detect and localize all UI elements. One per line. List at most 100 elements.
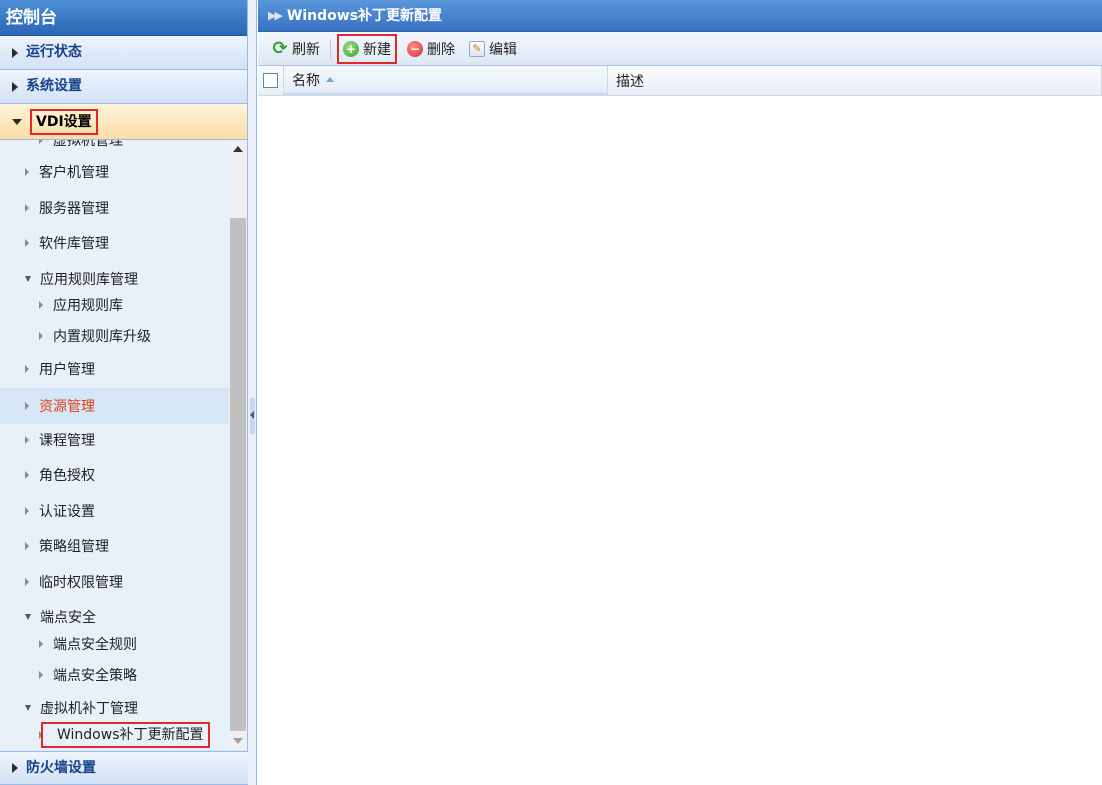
toolbar-separator: [330, 38, 331, 59]
tree-item-role-auth[interactable]: 角色授权: [0, 458, 230, 492]
tree-item-label: 内置规则库升级: [53, 329, 151, 345]
column-header-name[interactable]: 名称: [284, 66, 608, 95]
delete-button[interactable]: − 删除: [403, 37, 459, 61]
tree-item-label: 策略组管理: [39, 539, 109, 555]
chevron-right-icon: [25, 578, 29, 586]
tree-item-label: 认证设置: [39, 504, 95, 520]
tree-item-label: 角色授权: [39, 468, 95, 484]
chevron-right-icon: [39, 301, 43, 309]
chevron-down-icon: [25, 276, 31, 282]
tree-item-label: 虚拟机管理: [53, 140, 123, 149]
caret-down-icon: [12, 118, 22, 125]
delete-label: 删除: [427, 41, 455, 58]
tree-item-label: 端点安全规则: [53, 637, 137, 653]
tree-item-label: 客户机管理: [39, 165, 109, 181]
caret-right-icon: [12, 763, 18, 773]
chevron-right-icon: [39, 640, 43, 648]
select-all-checkbox[interactable]: [263, 73, 278, 88]
chevron-right-icon: [25, 436, 29, 444]
column-header-description[interactable]: 描述: [608, 66, 1102, 95]
accordion-label: VDI设置: [30, 108, 98, 135]
tree-item-app-rule-lib[interactable]: 应用规则库: [0, 288, 230, 322]
vdi-tree: 虚拟机管理 客户机管理 服务器管理 软件库管理 应用规则库管理 应用规则库 内置…: [0, 140, 230, 750]
tree-item-label: 端点安全策略: [53, 668, 137, 684]
accordion-firewall-settings[interactable]: 防火墙设置: [0, 751, 248, 785]
tree-item-user-manage[interactable]: 用户管理: [0, 352, 230, 386]
tree-scrollbar[interactable]: [229, 140, 247, 750]
tree-item-course-manage[interactable]: 课程管理: [0, 423, 230, 457]
collapse-left-icon: [250, 411, 254, 419]
caret-right-icon: [12, 81, 18, 92]
column-label: 名称: [292, 72, 320, 89]
tree-item-software-lib[interactable]: 软件库管理: [0, 226, 230, 260]
chevron-down-icon: [25, 705, 31, 711]
left-navigation: 控制台 运行状态 系统设置 VDI设置 虚拟机管理 客户机管理 服务器管理 软件…: [0, 0, 248, 785]
scroll-up-icon[interactable]: [233, 146, 243, 152]
chevron-right-icon: [25, 471, 29, 479]
accordion-running-status[interactable]: 运行状态: [0, 36, 247, 70]
new-label: 新建: [363, 41, 391, 58]
tree-item-label: 软件库管理: [39, 236, 109, 252]
tree-item-label: Windows补丁更新配置: [41, 722, 210, 748]
edit-icon: ✎: [469, 40, 485, 57]
tree-item-label: 资源管理: [39, 399, 95, 415]
tree-item-endpoint-rules[interactable]: 端点安全规则: [0, 627, 230, 661]
accordion-label: 运行状态: [26, 44, 82, 60]
tree-item-windows-patch-config[interactable]: Windows补丁更新配置: [0, 718, 230, 750]
chevron-right-icon: [25, 239, 29, 247]
refresh-label: 刷新: [292, 41, 320, 58]
tree-item-server-manage[interactable]: 服务器管理: [0, 191, 230, 225]
chevron-right-icon: [25, 365, 29, 373]
select-all-cell[interactable]: [258, 66, 284, 95]
edit-label: 编辑: [489, 41, 517, 58]
tree-item-temp-permission[interactable]: 临时权限管理: [0, 565, 230, 599]
scroll-down-icon[interactable]: [233, 738, 243, 744]
app-root: 控制台 运行状态 系统设置 VDI设置 虚拟机管理 客户机管理 服务器管理 软件…: [0, 0, 1102, 785]
refresh-button[interactable]: ⟳ 刷新: [268, 37, 324, 61]
chevron-right-icon: [25, 168, 29, 176]
new-button[interactable]: + 新建: [337, 33, 397, 64]
accordion-label: 防火墙设置: [26, 759, 96, 776]
toolbar: ⟳ 刷新 + 新建 − 删除 ✎ 编辑: [258, 32, 1102, 66]
chevron-right-icon: [39, 332, 43, 340]
chevron-down-icon: [25, 614, 31, 620]
tree-item-auth-settings[interactable]: 认证设置: [0, 494, 230, 528]
tree-item-policy-group[interactable]: 策略组管理: [0, 529, 230, 563]
caret-right-icon: [12, 47, 18, 58]
sort-ascending-icon: [326, 77, 334, 82]
chevron-right-icon: [25, 542, 29, 550]
panel-splitter[interactable]: [248, 0, 257, 785]
tree-item-client-manage[interactable]: 客户机管理: [0, 155, 230, 189]
panel-header: ▶▶ Windows补丁更新配置: [258, 0, 1102, 32]
chevron-right-icon: [25, 204, 29, 212]
tree-item-endpoint-policy[interactable]: 端点安全策略: [0, 658, 230, 692]
refresh-icon: ⟳: [272, 37, 288, 59]
panel-title: Windows补丁更新配置: [286, 7, 443, 24]
grid-body: [258, 97, 1102, 785]
scroll-thumb[interactable]: [230, 218, 246, 731]
chevron-right-icon: [39, 140, 43, 144]
tree-item-label: 服务器管理: [39, 201, 109, 217]
chevron-right-icon: [39, 671, 43, 679]
console-title: 控制台: [0, 0, 247, 36]
main-panel: ▶▶ Windows补丁更新配置 ⟳ 刷新 + 新建 − 删除 ✎ 编辑 名称 …: [258, 0, 1102, 785]
double-chevron-icon: ▶▶: [268, 8, 283, 22]
edit-button[interactable]: ✎ 编辑: [465, 37, 521, 61]
tree-item-label: 课程管理: [39, 433, 95, 449]
tree-item-label: 虚拟机补丁管理: [40, 701, 138, 717]
tree-item-resource-manage[interactable]: 资源管理: [0, 388, 230, 424]
grid-header: 名称 描述: [258, 66, 1102, 96]
accordion-label: 系统设置: [26, 78, 82, 94]
chevron-right-icon: [25, 507, 29, 515]
add-icon: +: [343, 40, 359, 57]
tree-item-label: 端点安全: [40, 610, 96, 626]
remove-icon: −: [407, 40, 423, 57]
tree-item-label: 应用规则库: [53, 298, 123, 314]
tree-item-label: 临时权限管理: [39, 575, 123, 591]
tree-item-builtin-rule-upgrade[interactable]: 内置规则库升级: [0, 319, 230, 353]
accordion-system-settings[interactable]: 系统设置: [0, 70, 247, 104]
tree-item-label: 应用规则库管理: [40, 272, 138, 288]
accordion-vdi-settings[interactable]: VDI设置: [0, 104, 247, 140]
chevron-right-icon: [25, 402, 29, 410]
column-label: 描述: [616, 73, 644, 90]
